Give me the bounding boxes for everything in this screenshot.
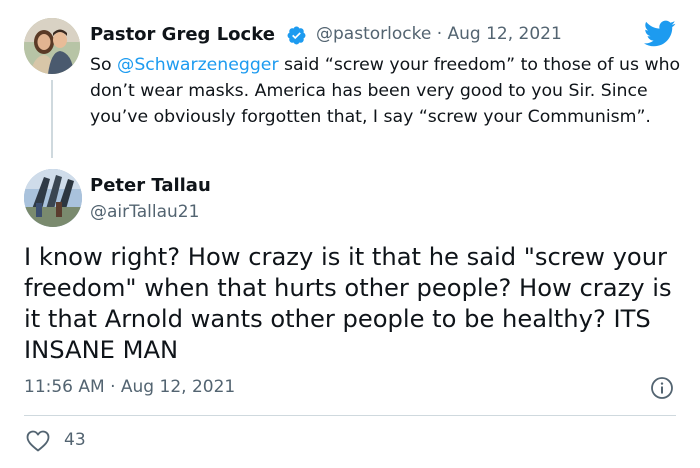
reply-to-text-prefix: So xyxy=(90,55,118,75)
verified-badge-icon xyxy=(287,26,306,45)
twitter-bird-icon xyxy=(644,20,676,47)
tweet-timestamp[interactable]: 11:56 AM · Aug 12, 2021 xyxy=(24,377,235,397)
thread-connector xyxy=(51,80,53,158)
tweet-text: I know right? How crazy is it that he sa… xyxy=(24,243,672,364)
meta-separator: · xyxy=(436,24,443,44)
like-count: 43 xyxy=(64,430,86,450)
avatar[interactable] xyxy=(24,18,80,74)
reply-to-date[interactable]: Aug 12, 2021 xyxy=(448,24,562,44)
tweet-author-name[interactable]: Peter Tallau xyxy=(90,175,211,196)
reply-to-tweet-text: So @Schwarzenegger said “screw your free… xyxy=(90,52,682,130)
heart-icon[interactable] xyxy=(26,430,50,452)
mention-link[interactable]: @Schwarzenegger xyxy=(117,55,279,75)
divider xyxy=(24,415,676,416)
info-icon[interactable] xyxy=(650,376,674,400)
reply-to-handle-and-date[interactable]: @pastorlocke · Aug 12, 2021 xyxy=(316,24,562,44)
reply-to-author-name[interactable]: Pastor Greg Locke xyxy=(90,24,275,45)
reply-to-handle[interactable]: @pastorlocke xyxy=(316,24,431,44)
tweet-author-handle[interactable]: @airTallau21 xyxy=(90,202,199,222)
avatar[interactable] xyxy=(24,169,82,227)
